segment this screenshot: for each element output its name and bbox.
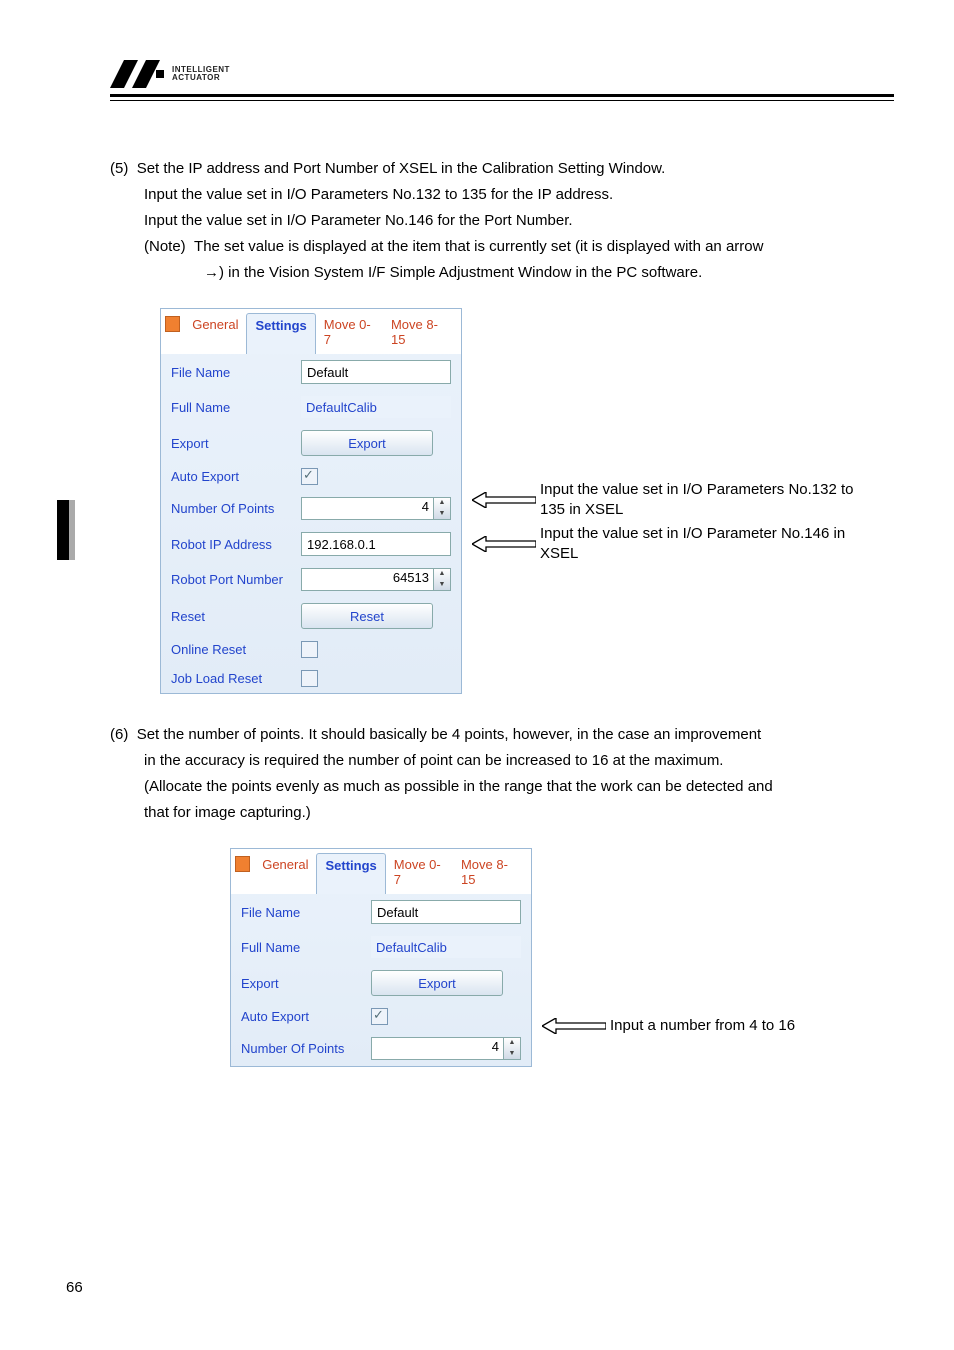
logo-text-2: ACTUATOR xyxy=(172,73,220,82)
para5-line3: Input the value set in I/O Parameter No.… xyxy=(110,208,894,234)
tab-icon xyxy=(235,856,250,872)
page-number: 66 xyxy=(66,1279,83,1296)
para5-line1: (5) Set the IP address and Port Number o… xyxy=(110,156,894,182)
num-points-spinner-2[interactable]: 4 ▲▼ xyxy=(371,1037,521,1060)
side-tab xyxy=(57,500,69,560)
export-button-2[interactable]: Export xyxy=(371,970,503,996)
full-name-label-2: Full Name xyxy=(241,940,371,955)
tab-bar: General Settings Move 0-7 Move 8-15 xyxy=(161,309,461,354)
num-points-spinner[interactable]: 4 ▲▼ xyxy=(301,497,451,520)
tab-icon xyxy=(165,316,180,332)
port-spinner[interactable]: 64513 ▲▼ xyxy=(301,568,451,591)
callout-port: Input the value set in I/O Parameter No.… xyxy=(472,524,854,564)
ip-input[interactable]: 192.168.0.1 xyxy=(301,532,451,556)
export-button[interactable]: Export xyxy=(301,430,433,456)
auto-export-label: Auto Export xyxy=(171,469,301,484)
logo: INTELLIGENT ACTUATOR xyxy=(110,60,894,88)
jobload-reset-label: Job Load Reset xyxy=(171,671,301,686)
tab-move07-2[interactable]: Move 0-7 xyxy=(386,853,453,894)
tab-settings-2[interactable]: Settings xyxy=(316,853,385,894)
para6-line1: (6) Set the number of points. It should … xyxy=(110,722,894,748)
arrow-left-icon xyxy=(542,1018,606,1034)
file-name-input[interactable]: Default xyxy=(301,360,451,384)
file-name-label: File Name xyxy=(171,365,301,380)
auto-export-label-2: Auto Export xyxy=(241,1009,371,1024)
port-label: Robot Port Number xyxy=(171,572,301,587)
para5-note2: →) in the Vision System I/F Simple Adjus… xyxy=(110,260,894,286)
full-name-value: DefaultCalib xyxy=(301,396,451,418)
num-points-label-2: Number Of Points xyxy=(241,1041,371,1056)
para6-line3: (Allocate the points evenly as much as p… xyxy=(110,774,894,800)
tab-settings[interactable]: Settings xyxy=(246,313,315,354)
reset-label: Reset xyxy=(171,609,301,624)
online-reset-label: Online Reset xyxy=(171,642,301,657)
arrow-left-icon xyxy=(472,536,536,552)
logo-icon xyxy=(110,60,166,88)
full-name-label: Full Name xyxy=(171,400,301,415)
rule-thin xyxy=(110,100,894,101)
auto-export-checkbox[interactable] xyxy=(301,468,318,485)
auto-export-checkbox-2[interactable] xyxy=(371,1008,388,1025)
settings-panel-2: General Settings Move 0-7 Move 8-15 File… xyxy=(230,848,532,1067)
export-label-2: Export xyxy=(241,976,371,991)
file-name-label-2: File Name xyxy=(241,905,371,920)
tab-move815-2[interactable]: Move 8-15 xyxy=(453,853,527,894)
tab-bar-2: General Settings Move 0-7 Move 8-15 xyxy=(231,849,531,894)
full-name-value-2: DefaultCalib xyxy=(371,936,521,958)
para6-line2: in the accuracy is required the number o… xyxy=(110,748,894,774)
num-points-label: Number Of Points xyxy=(171,501,301,516)
settings-panel-1: General Settings Move 0-7 Move 8-15 File… xyxy=(160,308,462,694)
tab-general[interactable]: General xyxy=(184,313,246,354)
rule-thick xyxy=(110,94,894,97)
para6-line4: that for image capturing.) xyxy=(110,800,894,826)
export-label: Export xyxy=(171,436,301,451)
ip-label: Robot IP Address xyxy=(171,537,301,552)
tab-move07[interactable]: Move 0-7 xyxy=(316,313,383,354)
para5-note1: (Note) The set value is displayed at the… xyxy=(110,234,894,260)
file-name-input-2[interactable]: Default xyxy=(371,900,521,924)
reset-button[interactable]: Reset xyxy=(301,603,433,629)
jobload-reset-checkbox[interactable] xyxy=(301,670,318,687)
tab-general-2[interactable]: General xyxy=(254,853,316,894)
tab-move815[interactable]: Move 8-15 xyxy=(383,313,457,354)
callout-ip: Input the value set in I/O Parameters No… xyxy=(472,480,854,520)
online-reset-checkbox[interactable] xyxy=(301,641,318,658)
para5-line2: Input the value set in I/O Parameters No… xyxy=(110,182,894,208)
callout-points: Input a number from 4 to 16 xyxy=(542,1016,795,1036)
arrow-left-icon xyxy=(472,492,536,508)
